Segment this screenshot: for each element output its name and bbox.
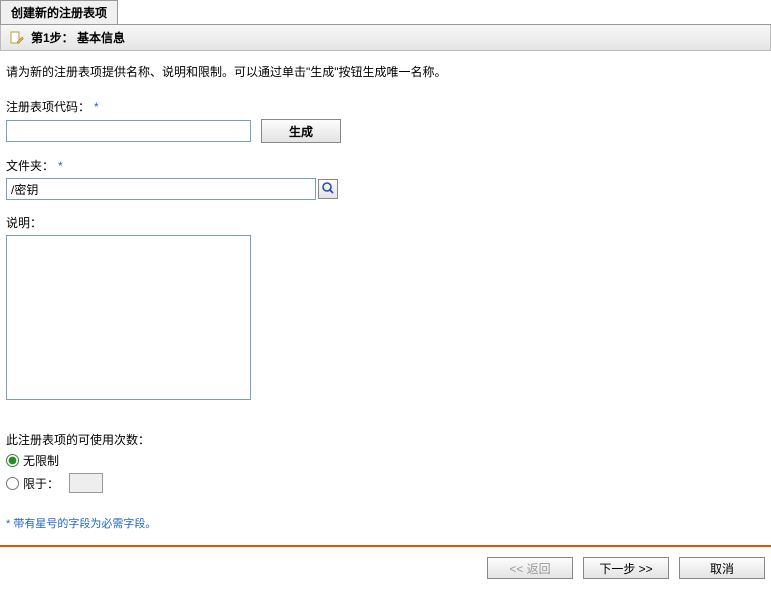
usage-label: 此注册表项的可使用次数：	[6, 431, 765, 448]
document-pencil-icon	[9, 30, 25, 46]
cancel-button[interactable]: 取消	[679, 557, 765, 579]
code-field-block: 注册表项代码：* 生成	[6, 98, 765, 143]
desc-label: 说明：	[6, 214, 765, 231]
back-button[interactable]: << 返回	[487, 557, 573, 579]
step-title: 第1步： 基本信息	[31, 29, 125, 46]
magnifier-icon	[321, 181, 335, 198]
desc-textarea[interactable]	[6, 235, 251, 400]
usage-limited-input	[69, 473, 103, 493]
usage-limited-row: 限于：	[6, 473, 765, 493]
required-star: *	[58, 159, 63, 173]
folder-lookup-button[interactable]	[318, 179, 338, 199]
tab-bar: 创建新的注册表项	[0, 0, 771, 25]
desc-field-block: 说明：	[6, 214, 765, 403]
tab-create-regkey[interactable]: 创建新的注册表项	[0, 0, 118, 24]
code-label: 注册表项代码：*	[6, 98, 765, 115]
step-header: 第1步： 基本信息	[0, 25, 771, 51]
folder-input[interactable]	[6, 178, 316, 200]
generate-button[interactable]: 生成	[261, 119, 341, 143]
required-star: *	[94, 100, 99, 114]
usage-unlimited-radio[interactable]	[6, 454, 19, 467]
intro-text: 请为新的注册表项提供名称、说明和限制。可以通过单击"生成"按钮生成唯一名称。	[6, 63, 765, 80]
usage-limited-radio[interactable]	[6, 477, 19, 490]
code-input[interactable]	[6, 120, 251, 142]
tab-title: 创建新的注册表项	[11, 6, 107, 20]
usage-unlimited-label: 无限制	[23, 452, 59, 469]
usage-block: 此注册表项的可使用次数： 无限制 限于：	[6, 431, 765, 493]
folder-label: 文件夹：*	[6, 157, 765, 174]
folder-field-block: 文件夹：*	[6, 157, 765, 200]
required-footnote: * 带有星号的字段为必需字段。	[6, 515, 765, 531]
next-button[interactable]: 下一步 >>	[583, 557, 669, 579]
button-bar: << 返回 下一步 >> 取消	[0, 547, 771, 589]
form-content: 请为新的注册表项提供名称、说明和限制。可以通过单击"生成"按钮生成唯一名称。 注…	[0, 51, 771, 537]
usage-unlimited-row: 无限制	[6, 452, 765, 469]
usage-limited-label: 限于：	[23, 475, 59, 492]
